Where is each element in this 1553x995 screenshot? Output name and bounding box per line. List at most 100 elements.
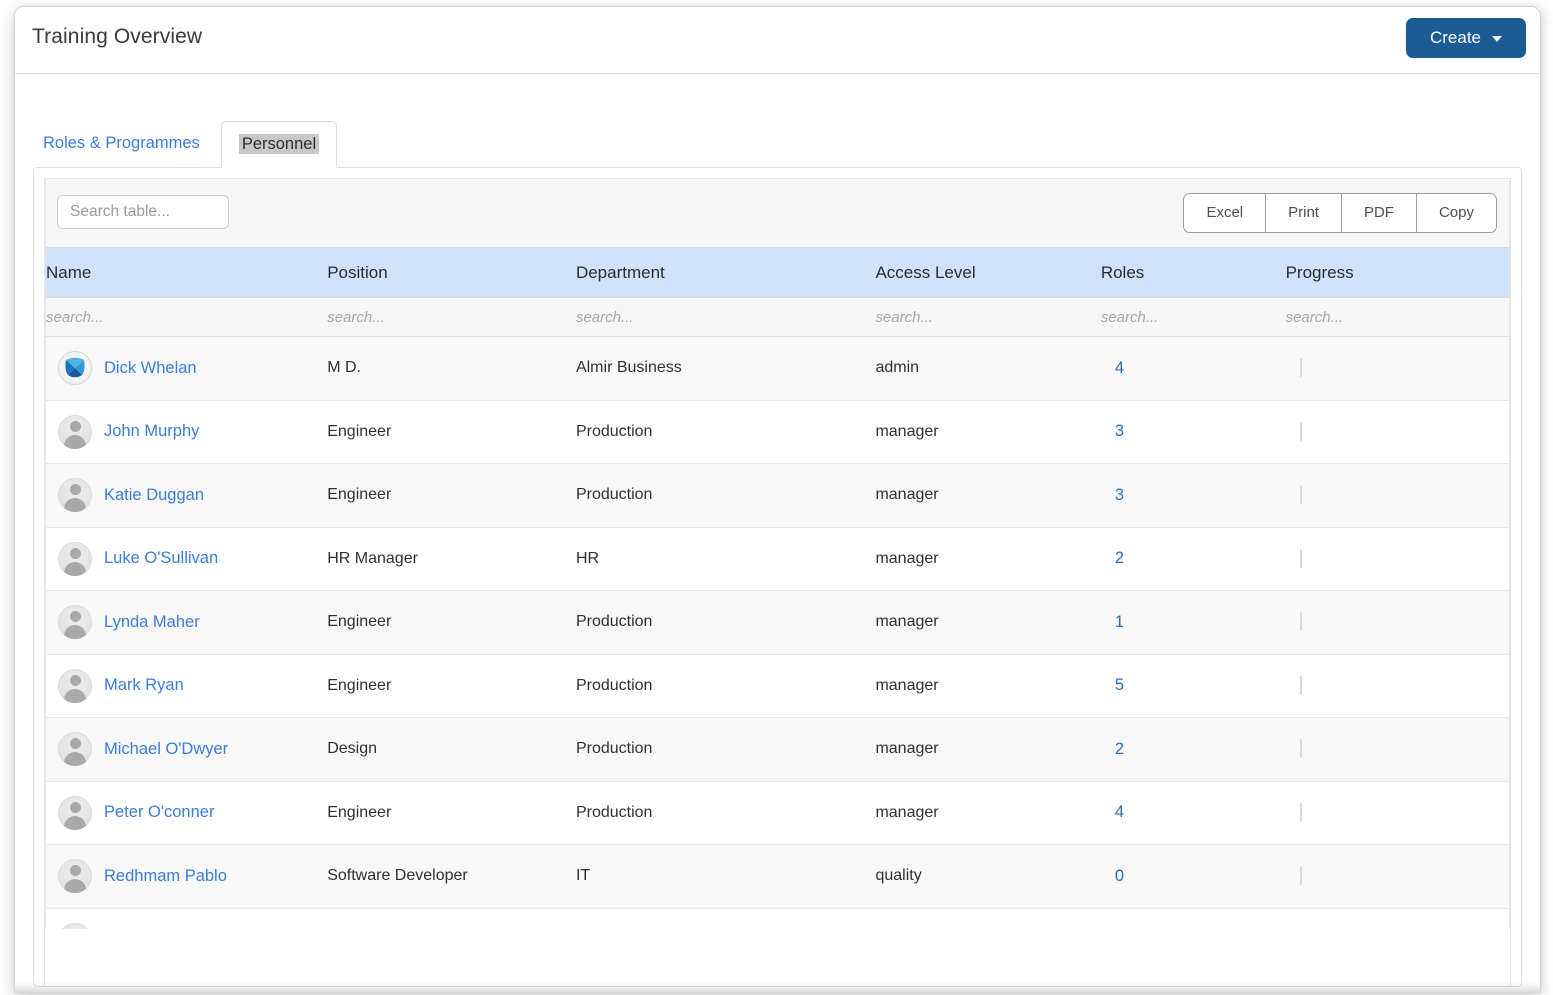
chevron-down-icon: [1492, 36, 1503, 42]
person-name-link[interactable]: Mark Ryan: [104, 676, 184, 695]
export-excel-button[interactable]: Excel: [1184, 194, 1266, 232]
person-name-link[interactable]: Peter O'conner: [104, 803, 214, 822]
progress-wrapper: [1286, 358, 1302, 378]
default-avatar: [58, 795, 92, 830]
roles-count-link[interactable]: 2: [1101, 740, 1124, 759]
cell-name: Redhmam Pablo: [46, 844, 328, 909]
person-name-link[interactable]: Lynda Maher: [104, 613, 200, 632]
cell-roles: 5: [1100, 654, 1286, 718]
cell-progress: [1285, 336, 1509, 401]
create-button[interactable]: Create: [1406, 18, 1526, 58]
column-header-progress[interactable]: Progress: [1285, 247, 1509, 298]
roles-count-link[interactable]: 4: [1101, 803, 1124, 822]
cell-access-level: manager: [875, 781, 1101, 845]
progress-wrapper: [1286, 485, 1302, 505]
default-avatar: [58, 859, 92, 894]
roles-count-link[interactable]: 0: [1101, 867, 1124, 886]
cell-access-level: manager: [875, 527, 1101, 591]
personnel-panel: Excel Print PDF Copy: [33, 167, 1522, 987]
progress-wrapper: [1286, 866, 1302, 886]
cell-position: Engineer: [327, 590, 576, 655]
cell-progress: [1285, 908, 1509, 929]
roles-count-link[interactable]: 4: [1101, 359, 1124, 378]
person-name-link[interactable]: Michael O'Dwyer: [104, 740, 228, 759]
table-row[interactable]: Katie Duggan Engineer Production manager 3: [46, 463, 1509, 528]
table-row[interactable]: Michael O'Dwyer Design Production manager 2: [46, 717, 1509, 782]
roles-count-link[interactable]: 5: [1101, 676, 1124, 695]
cell-position: Engineer: [327, 400, 576, 464]
column-header-department[interactable]: Department: [575, 247, 876, 298]
table-row[interactable]: Luke O'Sullivan HR Manager HR manager 2: [46, 527, 1509, 591]
export-pdf-button[interactable]: PDF: [1340, 194, 1416, 232]
table-body: Dick Whelan M D. Almir Business admin 4 John …: [46, 336, 1509, 929]
cell-name: Luke O'Sullivan: [46, 527, 328, 591]
company-logo-avatar: [58, 351, 92, 386]
roles-count-link[interactable]: 3: [1101, 422, 1124, 441]
tab-roles-and-programmes[interactable]: Roles & Programmes: [22, 120, 221, 167]
progress-bar: [1299, 548, 1302, 568]
table-row[interactable]: Mark Ryan Engineer Production manager 5: [46, 654, 1509, 718]
person-name-link[interactable]: Redhmam Pablo: [104, 867, 227, 886]
column-header-access-level[interactable]: Access Level: [875, 247, 1101, 298]
cell-name: John Murphy: [46, 400, 328, 464]
roles-count-link[interactable]: 2: [1101, 549, 1124, 568]
cell-roles: 4: [1100, 781, 1286, 845]
roles-count-link[interactable]: 1: [1101, 613, 1124, 632]
column-header-position[interactable]: Position: [327, 247, 576, 298]
filter-input-department[interactable]: search...: [575, 297, 876, 337]
cell-roles: 2: [1100, 717, 1286, 782]
filter-input-name[interactable]: search...: [46, 297, 328, 337]
default-avatar: [58, 668, 92, 703]
table-row[interactable]: Redhmam Pablo Software Developer IT quality…: [46, 844, 1509, 909]
cell-access-level: manager: [875, 654, 1101, 718]
cell-position: Engineer: [327, 463, 576, 528]
table-row[interactable]: Lynda Maher Engineer Production manager 1: [46, 590, 1509, 655]
person-name-link[interactable]: Katie Duggan: [104, 486, 204, 505]
cell-position: Test: [327, 908, 576, 929]
filter-input-progress[interactable]: search...: [1285, 297, 1509, 337]
cell-department: Production: [575, 400, 876, 464]
person-name-link[interactable]: Dick Whelan: [104, 359, 197, 378]
create-button-label: Create: [1429, 28, 1482, 47]
export-copy-button[interactable]: Copy: [1415, 194, 1496, 232]
search-input[interactable]: [57, 195, 229, 229]
progress-bar: [1299, 739, 1302, 759]
cell-name: Mark Ryan: [46, 654, 328, 718]
cell-position: HR Manager: [327, 527, 576, 591]
cell-name: Peter O'conner: [46, 781, 328, 845]
table-header-row: Name Position Department Access Level Ro…: [46, 247, 1509, 298]
person-name-link[interactable]: Luke O'Sullivan: [104, 549, 218, 568]
table-row[interactable]: John Murphy Engineer Production manager 3: [46, 400, 1509, 464]
progress-bar: [1299, 358, 1302, 378]
cell-progress: [1285, 717, 1509, 782]
cell-name: Dick Whelan: [46, 336, 328, 401]
cell-access-level: user: [875, 908, 1101, 929]
roles-count-link[interactable]: 3: [1101, 486, 1124, 505]
column-header-roles[interactable]: Roles: [1100, 247, 1286, 298]
cell-progress: [1285, 463, 1509, 528]
page-header: Training Overview Create: [15, 7, 1540, 74]
export-print-button[interactable]: Print: [1265, 194, 1341, 232]
cell-progress: [1285, 590, 1509, 655]
table-row[interactable]: Dick Whelan M D. Almir Business admin 4: [46, 336, 1509, 401]
column-header-name[interactable]: Name: [46, 247, 328, 298]
progress-bar: [1299, 421, 1302, 441]
table-row[interactable]: Sean LynchTestAlmir Businessuser4: [46, 908, 1509, 929]
export-button-group: Excel Print PDF Copy: [1183, 193, 1497, 233]
progress-wrapper: [1286, 421, 1302, 441]
progress-wrapper: [1286, 675, 1302, 695]
cell-position: Design: [327, 717, 576, 782]
content-area: Roles & Programmes Personnel Excel Print…: [15, 121, 1540, 987]
person-name-link[interactable]: John Murphy: [104, 422, 199, 441]
cell-name: Lynda Maher: [46, 590, 328, 655]
progress-wrapper: [1286, 548, 1302, 568]
progress-bar: [1299, 802, 1302, 822]
progress-wrapper: [1286, 739, 1302, 759]
tab-personnel[interactable]: Personnel: [220, 121, 338, 168]
filter-input-access-level[interactable]: search...: [875, 297, 1101, 337]
cell-roles: 2: [1100, 527, 1286, 591]
filter-input-roles[interactable]: search...: [1100, 297, 1286, 337]
table-row[interactable]: Peter O'conner Engineer Production manager 4: [46, 781, 1509, 845]
filter-input-position[interactable]: search...: [327, 297, 576, 337]
table-scroll-region[interactable]: Name Position Department Access Level Ro…: [45, 247, 1510, 929]
